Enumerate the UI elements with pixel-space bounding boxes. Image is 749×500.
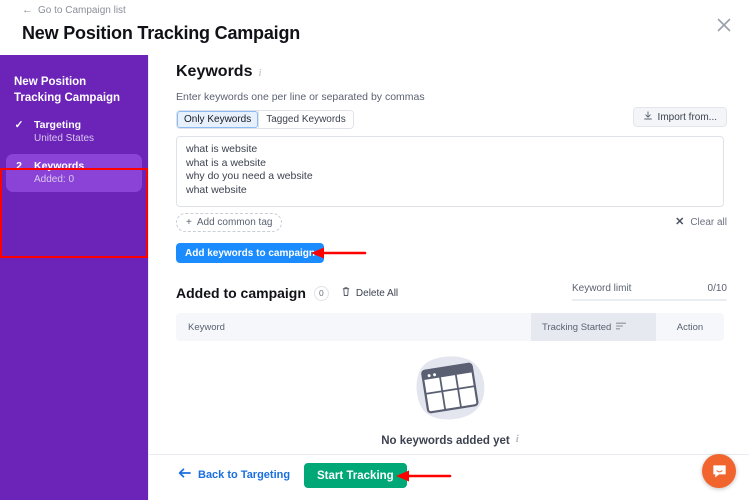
add-common-tag-label: Add common tag	[196, 217, 273, 228]
column-header-action: Action	[676, 321, 704, 333]
keywords-section-header: Keywords i	[176, 63, 262, 81]
go-to-campaign-list-link[interactable]: ← Go to Campaign list	[22, 4, 126, 17]
back-to-targeting-label: Back to Targeting	[198, 468, 291, 481]
sidebar-title: New Position Tracking Campaign	[14, 76, 121, 104]
sidebar-step-targeting-sub: United States	[34, 133, 95, 144]
page-title: New Position Tracking Campaign	[22, 23, 301, 43]
plus-icon: +	[186, 217, 192, 228]
chat-bubble-icon[interactable]	[702, 454, 736, 488]
close-icon[interactable]	[713, 14, 735, 36]
empty-table-icon	[416, 356, 485, 420]
download-icon	[643, 110, 653, 124]
import-from-button[interactable]: Import from...	[632, 107, 727, 127]
info-icon[interactable]: i	[258, 67, 261, 81]
sidebar-step-targeting[interactable]: ✓ Targeting United States	[6, 113, 142, 151]
tab-only-keywords[interactable]: Only Keywords	[177, 111, 259, 128]
delete-all-label: Delete All	[355, 287, 399, 299]
added-to-campaign-header: Added to campaign 0 Delete All	[176, 285, 398, 301]
keyword-limit-value: 0/10	[707, 283, 727, 294]
column-header-tracking-started-label: Tracking Started	[542, 321, 612, 333]
keywords-helper-text: Enter keywords one per line or separated…	[176, 91, 425, 103]
sidebar-step-targeting-label: Targeting	[34, 119, 82, 131]
start-tracking-button[interactable]: Start Tracking	[304, 463, 407, 488]
step-number: 2	[16, 160, 22, 172]
import-from-label: Import from...	[657, 111, 717, 123]
clear-all-label: Clear all	[690, 217, 727, 228]
keyword-limit-progress	[572, 299, 727, 301]
keywords-table-header: Keyword Tracking Started Action	[176, 313, 724, 341]
empty-state-text-row: No keywords added yet i	[381, 433, 519, 447]
keyword-limit-label: Keyword limit	[572, 283, 632, 294]
keyword-limit: Keyword limit 0/10	[572, 283, 727, 301]
top-bar: ← Go to Campaign list New Position Track…	[0, 0, 749, 55]
app-root: ← Go to Campaign list New Position Track…	[0, 0, 749, 500]
sidebar-step-keywords-sub: Added: 0	[34, 174, 75, 185]
footer: Back to Targeting Start Tracking	[149, 454, 749, 500]
column-header-keyword: Keyword	[188, 321, 225, 333]
trash-icon	[341, 286, 351, 300]
column-header-tracking-started[interactable]: Tracking Started	[531, 313, 656, 341]
sidebar-step-keywords[interactable]: 2 Keywords Added: 0	[6, 154, 142, 192]
empty-state-text: No keywords added yet	[381, 435, 510, 447]
added-to-campaign-title: Added to campaign	[176, 285, 306, 301]
keywords-input[interactable]	[176, 136, 724, 207]
arrow-left-icon: ←	[22, 4, 33, 16]
keywords-section-title: Keywords	[176, 63, 253, 80]
sort-descending-icon	[616, 322, 627, 333]
add-keywords-to-campaign-button[interactable]: Add keywords to campaign	[176, 243, 325, 263]
main-content: Keywords i Enter keywords one per line o…	[148, 55, 749, 500]
sidebar-step-keywords-label: Keywords	[34, 160, 85, 172]
info-icon[interactable]: i	[516, 433, 519, 447]
sidebar-steps: ✓ Targeting United States 2 Keywords Add…	[0, 113, 148, 195]
back-to-targeting-button[interactable]: Back to Targeting	[178, 468, 290, 481]
keyword-mode-tabs: Only Keywords Tagged Keywords	[176, 110, 354, 129]
check-icon: ✓	[14, 119, 24, 131]
go-to-campaign-list-label: Go to Campaign list	[38, 5, 126, 16]
empty-state: No keywords added yet i	[176, 353, 724, 447]
delete-all-button[interactable]: Delete All	[341, 286, 398, 300]
tab-tagged-keywords[interactable]: Tagged Keywords	[259, 111, 353, 128]
add-common-tag-button[interactable]: + Add common tag	[176, 213, 283, 232]
clear-all-button[interactable]: ✕ Clear all	[675, 213, 727, 232]
sidebar: New Position Tracking Campaign ✓ Targeti…	[0, 55, 148, 500]
x-icon: ✕	[675, 216, 685, 228]
arrow-left-icon	[178, 468, 191, 481]
added-count-badge: 0	[313, 285, 329, 301]
